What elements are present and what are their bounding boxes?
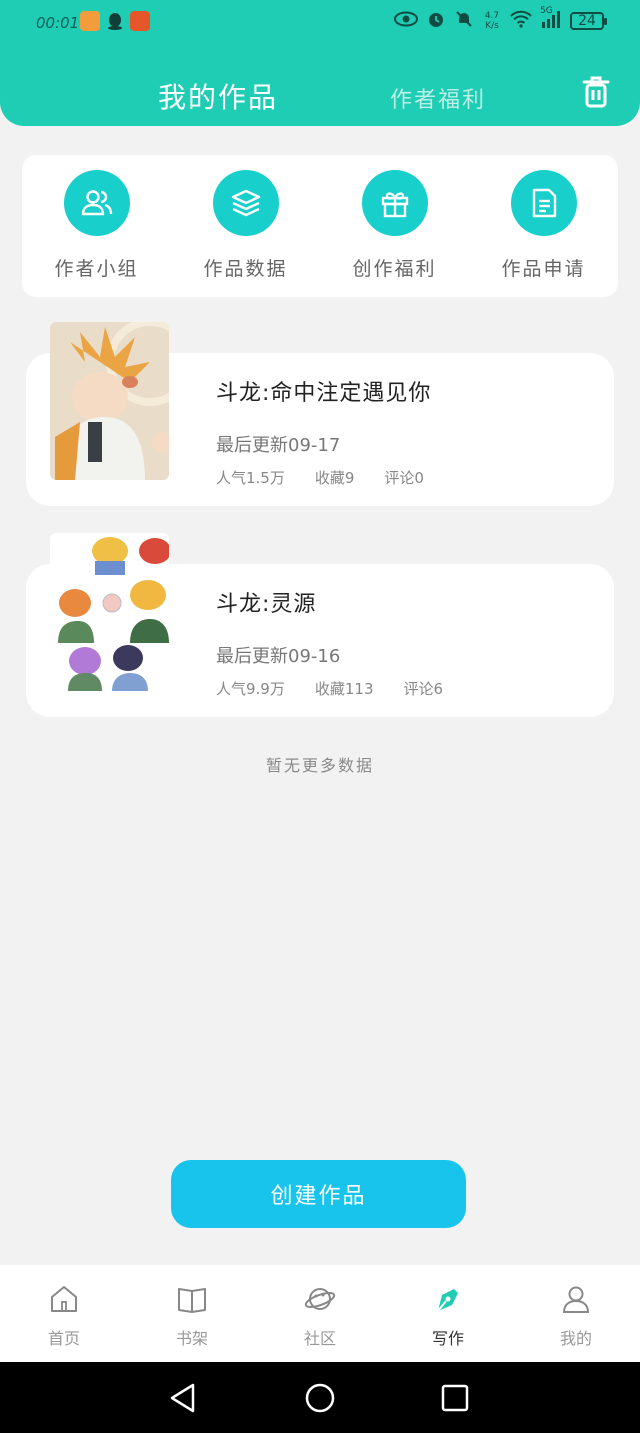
battery-icon: 24 xyxy=(570,12,607,30)
nav-label: 首页 xyxy=(47,1329,80,1348)
work-popularity: 人气9.9万 xyxy=(216,680,285,698)
work-updated: 最后更新09-16 xyxy=(216,646,341,667)
nav-item-me[interactable]: 我的 xyxy=(512,1265,640,1362)
work-comments: 评论6 xyxy=(403,680,444,698)
quick-action-creation-benefits[interactable]: 创作福利 xyxy=(320,155,469,297)
work-cover-image[interactable] xyxy=(50,322,169,480)
status-bar: 00:01 4.7 K/s 5G 24 xyxy=(0,0,640,44)
status-time: 00:01 xyxy=(36,14,80,32)
nav-item-bookshelf[interactable]: 书架 xyxy=(128,1265,256,1362)
wifi-icon xyxy=(510,10,532,32)
back-icon[interactable] xyxy=(168,1382,198,1418)
quick-action-work-data[interactable]: 作品数据 xyxy=(171,155,320,297)
bottom-nav: 首页 书架 社区 写作 我的 xyxy=(0,1265,640,1362)
app-notification-icon-2 xyxy=(130,11,150,31)
app-header: 00:01 4.7 K/s 5G 24 我的作品 作者福利 xyxy=(0,0,640,126)
recents-icon[interactable] xyxy=(440,1383,470,1417)
nav-label: 我的 xyxy=(559,1329,592,1348)
pen-icon xyxy=(432,1283,464,1319)
group-icon xyxy=(63,170,130,236)
document-icon xyxy=(510,170,577,236)
work-popularity: 人气1.5万 xyxy=(216,469,285,487)
trash-icon[interactable] xyxy=(582,76,610,108)
work-updated: 最后更新09-17 xyxy=(216,435,341,456)
system-nav-bar xyxy=(0,1362,640,1433)
no-more-data-text: 暂无更多数据 xyxy=(265,756,374,775)
quick-action-author-group[interactable]: 作者小组 xyxy=(22,155,171,297)
work-favorites: 收藏113 xyxy=(314,680,374,698)
quick-action-label: 作品数据 xyxy=(203,258,288,280)
home-circle-icon[interactable] xyxy=(304,1382,336,1418)
tab-my-works[interactable]: 我的作品 xyxy=(158,76,278,116)
profile-icon xyxy=(560,1283,592,1319)
mute-bell-icon xyxy=(454,9,474,33)
planet-icon xyxy=(304,1283,336,1319)
nav-item-home[interactable]: 首页 xyxy=(0,1265,128,1362)
work-comments: 评论0 xyxy=(384,469,424,487)
eye-icon xyxy=(394,11,418,31)
work-title: 斗龙:灵源 xyxy=(216,592,317,617)
nav-item-community[interactable]: 社区 xyxy=(256,1265,384,1362)
nav-label: 写作 xyxy=(431,1329,464,1348)
gift-icon xyxy=(361,170,428,236)
qq-icon xyxy=(105,11,125,31)
work-favorites: 收藏9 xyxy=(314,469,355,487)
quick-actions-panel: 作者小组 作品数据 创作福利 作品申请 xyxy=(22,155,618,297)
work-title: 斗龙:命中注定遇见你 xyxy=(216,381,432,406)
signal-icon: 5G xyxy=(540,6,562,32)
network-speed: 4.7 K/s xyxy=(484,11,500,31)
book-icon xyxy=(176,1283,208,1319)
work-cover-image[interactable] xyxy=(50,533,169,691)
quick-action-work-application[interactable]: 作品申请 xyxy=(469,155,618,297)
nav-label: 书架 xyxy=(175,1329,208,1348)
nav-item-writing[interactable]: 写作 xyxy=(384,1265,512,1362)
work-stats: 人气1.5万 收藏9 评论0 xyxy=(216,467,424,488)
layers-icon xyxy=(212,170,279,236)
work-stats: 人气9.9万 收藏113 评论6 xyxy=(216,678,443,699)
home-icon xyxy=(48,1283,80,1319)
nav-label: 社区 xyxy=(303,1329,336,1348)
alarm-icon xyxy=(426,9,446,33)
tab-author-benefits[interactable]: 作者福利 xyxy=(390,82,486,114)
quick-action-label: 作者小组 xyxy=(54,258,139,280)
app-notification-icon xyxy=(80,11,100,31)
status-icons: 4.7 K/s 5G 24 xyxy=(394,6,607,33)
quick-action-label: 作品申请 xyxy=(501,258,586,280)
quick-action-label: 创作福利 xyxy=(352,258,437,280)
create-work-button[interactable]: 创建作品 xyxy=(171,1160,466,1228)
